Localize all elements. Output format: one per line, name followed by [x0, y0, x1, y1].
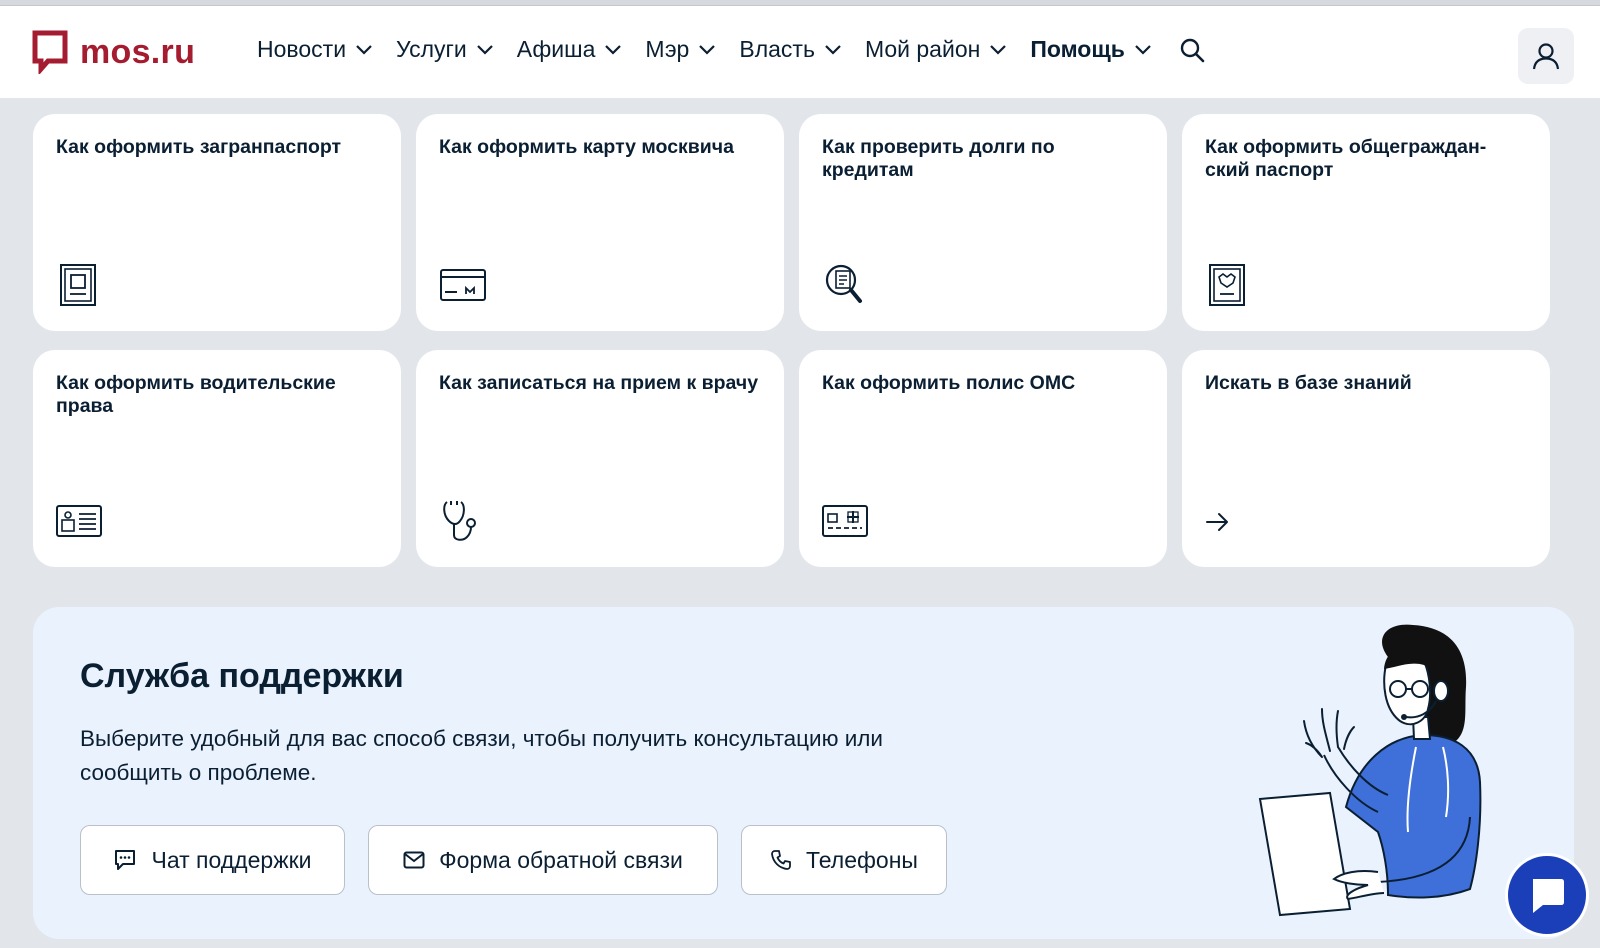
nav-item-afisha[interactable]: Афиша	[517, 36, 623, 63]
stethoscope-icon	[443, 501, 476, 541]
card-title: Как оформить общеграждан-ский паспорт	[1205, 136, 1487, 181]
document-search-icon	[825, 264, 862, 303]
main-nav: Новости Услуги Афиша Мэр Власть Мой райо…	[257, 36, 1205, 63]
phones-button[interactable]: Телефоны	[741, 825, 947, 895]
help-card-doctor-appointment[interactable]: Как записаться на прием к врачу	[416, 350, 784, 567]
nav-item-label: Власть	[739, 36, 815, 62]
help-card-knowledge-base[interactable]: Искать в базе знаний	[1182, 350, 1550, 567]
passport-icon	[60, 264, 96, 306]
help-card-driver-license[interactable]: Как оформить водительские права	[33, 350, 401, 567]
card-title: Как оформить полис ОМС	[822, 372, 1076, 394]
card-title: Как оформить водительские права	[56, 372, 336, 417]
nav-item-label: Мой район	[864, 36, 981, 62]
nav-item-label: Афиша	[516, 36, 596, 62]
nav-item-help[interactable]: Помощь	[1030, 36, 1152, 63]
chevron-down-icon	[990, 44, 1007, 55]
site-logo[interactable]: mos.ru	[32, 30, 195, 74]
nav-item-news[interactable]: Новости	[257, 36, 373, 63]
chat-icon	[115, 850, 136, 870]
card-title: Как проверить долги по кредитам	[822, 136, 1055, 181]
card-icon	[440, 269, 486, 301]
chevron-down-icon	[699, 44, 716, 55]
help-card-passport[interactable]: Как оформить загранпаспорт	[33, 114, 401, 331]
nav-item-label: Услуги	[396, 36, 467, 62]
chat-bubble-icon	[1533, 879, 1564, 913]
support-description: Выберите удобный для вас способ связи, ч…	[80, 726, 884, 785]
support-section: Служба поддержки Выберите удобный для ва…	[33, 607, 1574, 939]
help-card-national-passport[interactable]: Как оформить общеграждан-ский паспорт	[1182, 114, 1550, 331]
help-card-oms-policy[interactable]: Как оформить полис ОМС	[799, 350, 1167, 567]
nav-item-label: Мэр	[645, 36, 690, 62]
nav-item-label: Новости	[257, 36, 347, 62]
nav-item-government[interactable]: Власть	[739, 36, 842, 63]
help-card-moscow-card[interactable]: Как оформить карту москвича	[416, 114, 784, 331]
feedback-form-button[interactable]: Форма обратной связи	[368, 825, 718, 895]
chat-support-label: Чат поддержки	[151, 846, 312, 873]
nav-item-mayor[interactable]: Мэр	[645, 36, 716, 63]
chevron-down-icon	[477, 44, 493, 55]
site-header: mos.ru Новости Услуги Афиша Мэр Власть М…	[0, 6, 1600, 98]
chevron-down-icon	[825, 44, 841, 55]
card-title: Как оформить загранпаспорт	[56, 136, 342, 158]
card-title: Искать в базе знаний	[1205, 372, 1412, 394]
feedback-form-label: Форма обратной связи	[439, 846, 683, 873]
support-operator-illustration	[1258, 624, 1482, 917]
logo-text: mos.ru	[80, 32, 196, 71]
nav-item-my-district[interactable]: Мой район	[865, 36, 1007, 63]
chevron-down-icon	[1135, 44, 1151, 55]
card-title: Как оформить карту москвича	[439, 136, 734, 158]
national-passport-icon	[1209, 264, 1245, 306]
nav-item-services[interactable]: Услуги	[396, 36, 494, 63]
phones-label: Телефоны	[806, 846, 918, 873]
help-card-credit-debts[interactable]: Как проверить долги по кредитам	[799, 114, 1167, 331]
medical-card-icon	[822, 505, 868, 537]
user-profile-button[interactable]	[1518, 28, 1574, 84]
chevron-down-icon	[605, 44, 622, 55]
logo-mark-icon	[32, 30, 68, 74]
chat-widget-button[interactable]	[1505, 853, 1589, 937]
user-icon	[1532, 43, 1560, 70]
arrow-right-icon	[1206, 513, 1228, 531]
search-icon[interactable]	[1179, 37, 1205, 63]
support-title: Служба поддержки	[80, 657, 404, 695]
phone-icon	[771, 850, 791, 870]
driver-license-icon	[56, 505, 102, 537]
card-title: Как записаться на прием к врачу	[439, 372, 759, 394]
chat-support-button[interactable]: Чат поддержки	[80, 825, 345, 895]
chevron-down-icon	[356, 44, 372, 55]
nav-item-label: Помощь	[1030, 36, 1125, 62]
mail-icon	[403, 851, 425, 869]
